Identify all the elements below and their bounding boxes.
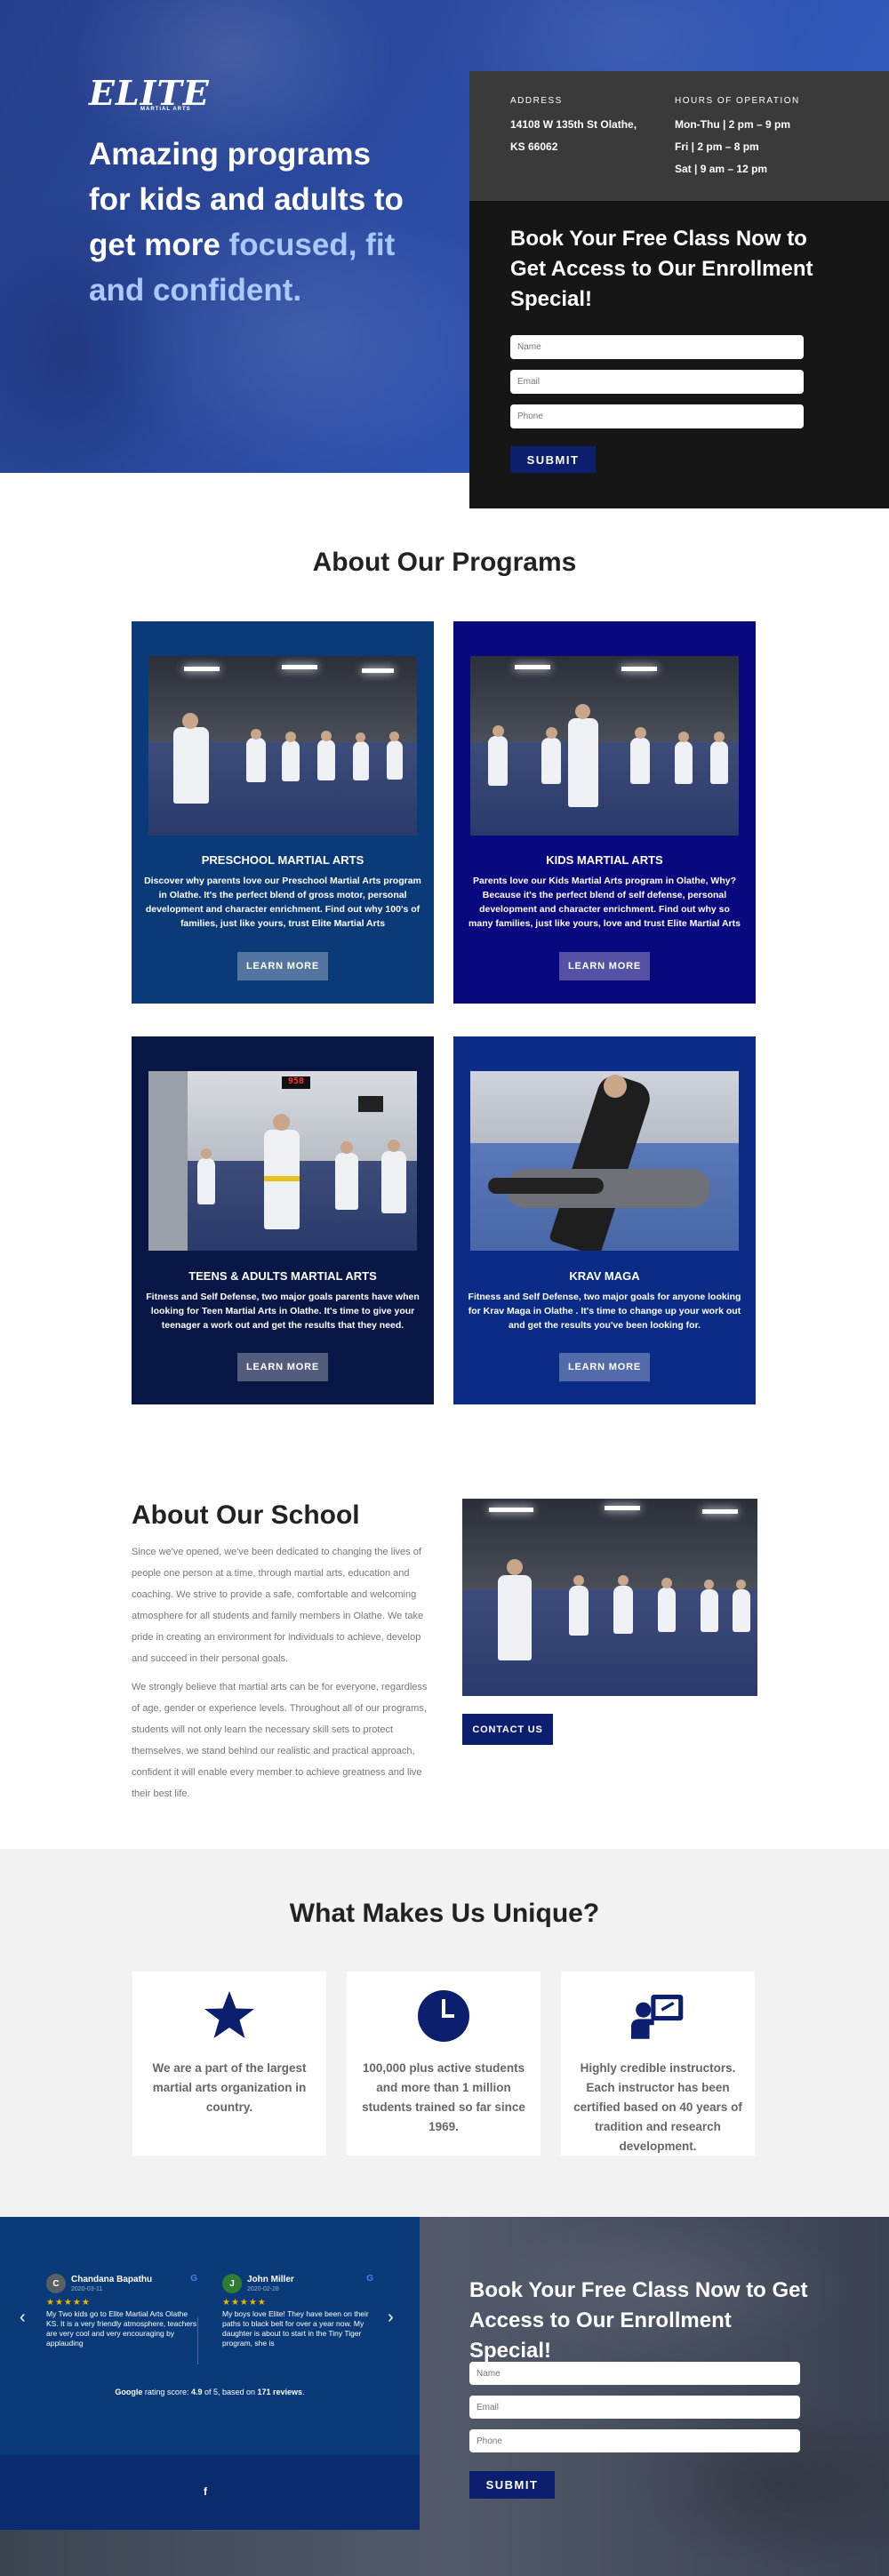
address-label: ADDRESS [510,96,563,106]
enrollment-form-top: Book Your Free Class Now to Get Access t… [469,201,889,508]
unique-card-text: We are a part of the largest martial art… [152,2061,307,2114]
reviewer-avatar: C [46,2274,66,2293]
hours-line-1: Mon-Thu | 2 pm – 9 pm [675,118,791,131]
rating-source: Google [115,2388,143,2396]
rating-text: rating score: [142,2388,191,2396]
review-divider [197,2316,198,2364]
review-stars: ★★★★★ [46,2298,91,2308]
review-text: My Two kids go to Elite Martial Arts Ola… [46,2309,197,2348]
rating-score: 4.9 [190,2388,203,2396]
program-card-preschool: PRESCHOOL MARTIAL ARTS Discover why pare… [132,621,434,1004]
program-card-title: KRAV MAGA [569,1269,640,1283]
brand-logo-subtitle: MARTIAL ARTS [140,107,191,112]
reviewer-name: Chandana Bapathu [71,2275,153,2284]
program-photo [148,656,417,836]
program-card-description: Fitness and Self Defense, two major goal… [146,1292,420,1331]
program-card-krav-maga: KRAV MAGA Fitness and Self Defense, two … [453,1036,756,1404]
bottom-form-title: Book Your Free Class Now to Get Access t… [469,2278,808,2363]
unique-card-organization: We are a part of the largest martial art… [132,1972,326,2156]
review-date: 2020-03-11 [71,2286,103,2292]
learn-more-button[interactable]: LEARN MORE [559,952,650,980]
phone-field[interactable] [510,404,804,428]
rating-end: . [302,2388,305,2396]
review-text: My boys love Elite! They have been on th… [222,2309,369,2348]
unique-card-students: 100,000 plus active students and more th… [347,1972,541,2156]
instructor-icon [631,1995,684,2039]
school-photo [462,1499,757,1696]
program-card-description: Parents love our Kids Martial Arts progr… [469,876,741,929]
rating-of: of 5, based on [202,2388,258,2396]
facebook-icon[interactable]: f [204,2485,207,2498]
address-line-2: KS 66062 [510,140,558,153]
about-school-paragraph-1: Since we've opened, we've been dedicated… [132,1547,424,1664]
google-rating-summary: Google rating score: 4.9 of 5, based on … [0,2388,420,2396]
reviewer-avatar: J [222,2274,242,2293]
hours-label: HOURS OF OPERATION [675,96,800,106]
google-icon: G [190,2274,197,2284]
bottom-submit-button[interactable]: SUBMIT [469,2471,555,2499]
learn-more-button[interactable]: LEARN MORE [237,952,328,980]
program-card-title: TEENS & ADULTS MARTIAL ARTS [188,1269,377,1283]
program-card-teens-adults: 958 TEENS & ADULTS MARTIAL ARTS Fitness … [132,1036,434,1404]
unique-card-instructors: Highly credible instructors. Each instru… [561,1972,755,2156]
form-title: Book Your Free Class Now to Get Access t… [510,227,813,311]
review-date: 2020-02-28 [247,2286,279,2292]
about-school-paragraph-2: We strongly believe that martial arts ca… [132,1682,428,1799]
submit-button[interactable]: SUBMIT [510,446,596,473]
unique-card-text: Highly credible instructors. Each instru… [573,2061,742,2153]
program-photo [470,1071,739,1251]
reviews-next-arrow[interactable]: › [388,2308,394,2328]
info-box: ADDRESS 14108 W 135th St Olathe, KS 6606… [469,71,889,201]
unique-card-text: 100,000 plus active students and more th… [362,2061,525,2133]
program-card-description: Fitness and Self Defense, two major goal… [468,1292,741,1331]
bottom-email-field[interactable] [469,2396,800,2419]
hero-headline: Amazing programs for kids and adults to … [89,132,409,313]
clock-icon [418,1990,469,2042]
footer [0,2455,420,2530]
name-field[interactable] [510,335,804,359]
program-photo: 958 [148,1071,417,1251]
address-line-1: 14108 W 135th St Olathe, [510,118,637,131]
reviewer-name: John Miller [247,2275,294,2284]
star-icon [204,1991,254,2038]
contact-us-button[interactable]: CONTACT US [462,1714,553,1745]
reviews-prev-arrow[interactable]: ‹ [20,2308,26,2328]
program-card-kids: KIDS MARTIAL ARTS Parents love our Kids … [453,621,756,1004]
learn-more-button[interactable]: LEARN MORE [559,1353,650,1381]
programs-title: About Our Programs [312,548,577,577]
about-school-title: About Our School [132,1500,360,1530]
bottom-phone-field[interactable] [469,2429,800,2452]
hours-line-2: Fri | 2 pm – 8 pm [675,140,759,153]
google-icon: G [366,2274,373,2284]
rating-count[interactable]: 171 reviews [258,2388,303,2396]
email-field[interactable] [510,370,804,394]
review-stars: ★★★★★ [222,2298,267,2308]
program-photo [470,656,739,836]
program-card-title: PRESCHOOL MARTIAL ARTS [201,853,364,867]
bottom-name-field[interactable] [469,2362,800,2385]
program-card-title: KIDS MARTIAL ARTS [546,853,663,867]
hours-line-3: Sat | 9 am – 12 pm [675,163,768,175]
unique-title: What Makes Us Unique? [289,1899,600,1928]
program-card-description: Discover why parents love our Preschool … [144,876,421,929]
learn-more-button[interactable]: LEARN MORE [237,1353,328,1381]
